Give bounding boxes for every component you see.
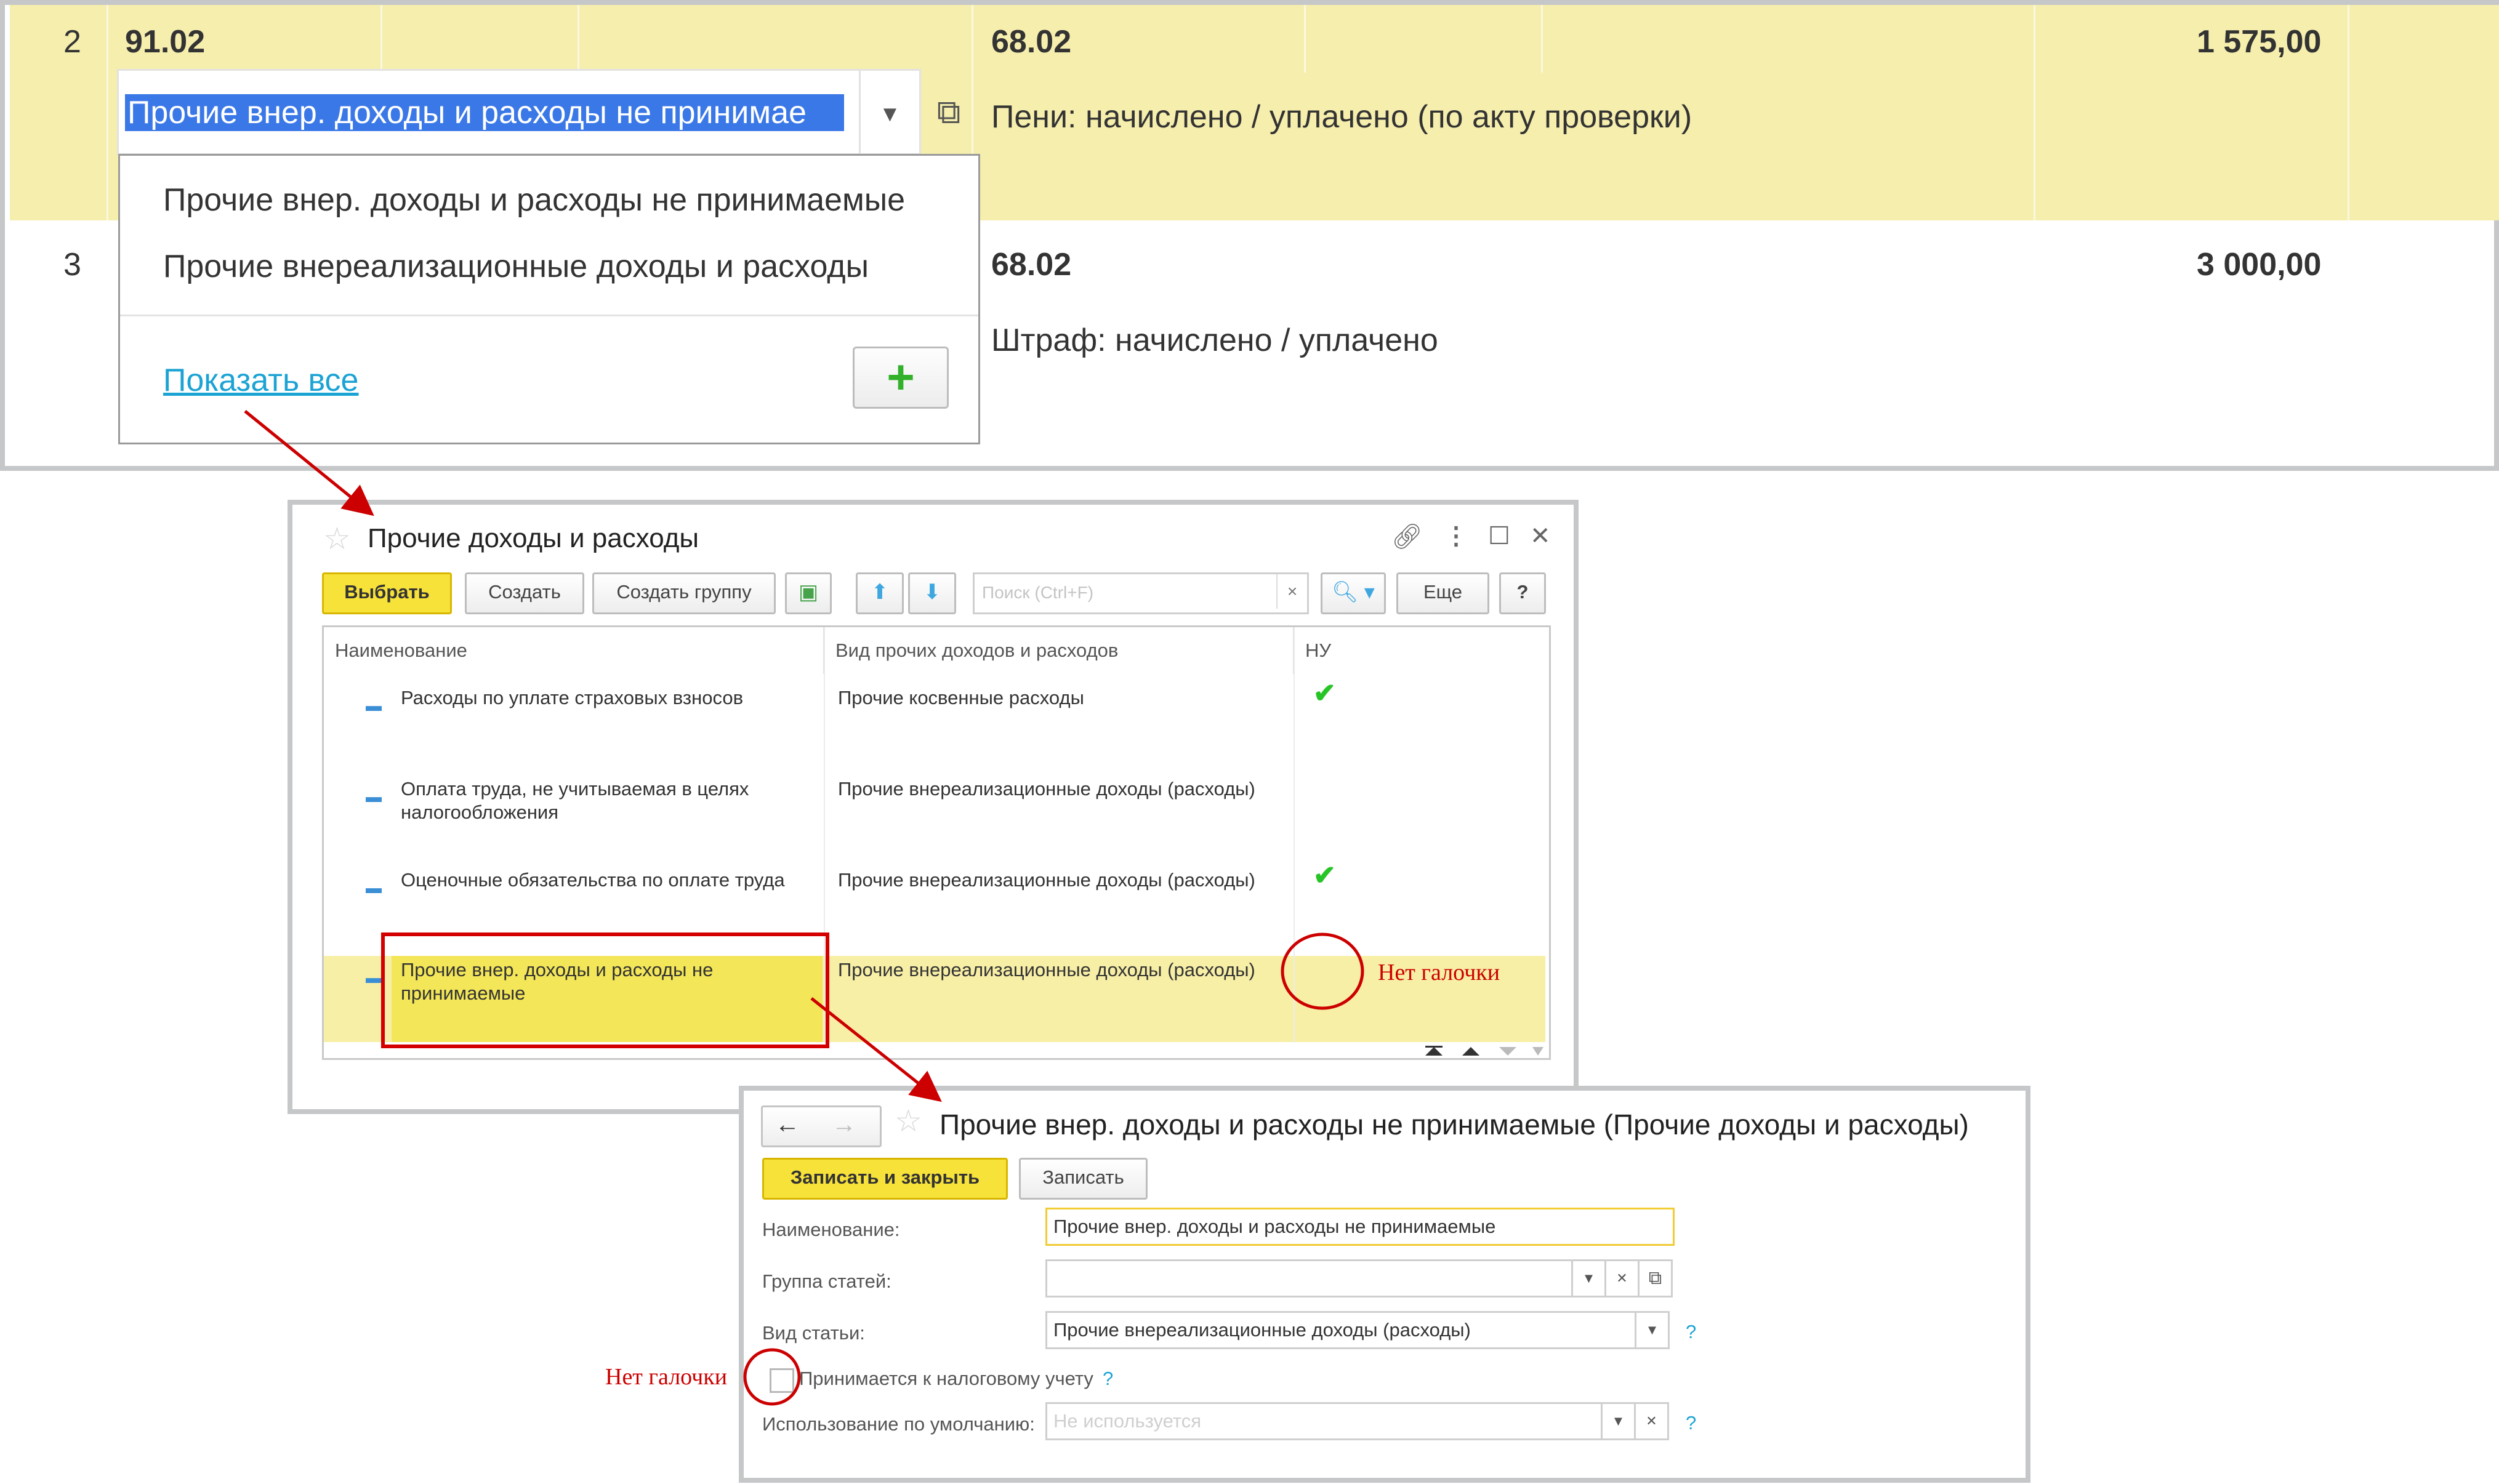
annotation-circle [1281, 933, 1364, 1010]
annotation-highlight-box [381, 933, 829, 1048]
annotation-circle [743, 1348, 801, 1406]
annotation-overlay [244, 410, 1364, 1406]
annotation-arrow [244, 410, 374, 516]
annotation-arrow [810, 997, 942, 1102]
